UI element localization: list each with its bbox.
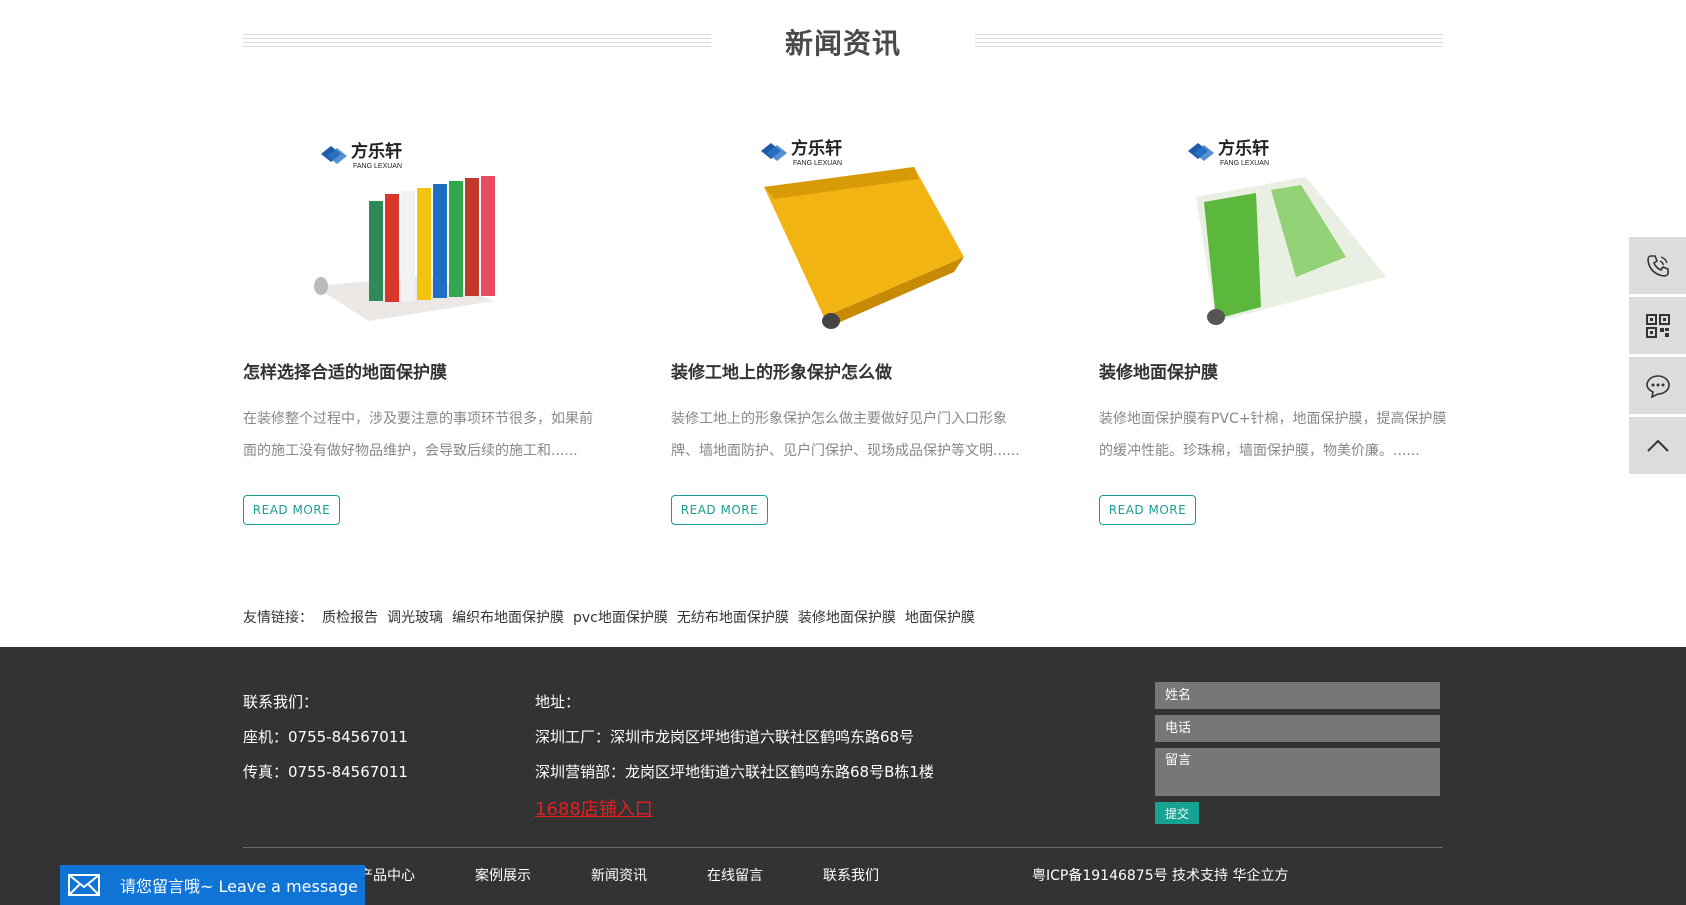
qrcode-icon: [1645, 313, 1670, 338]
footer-address: 地址： 深圳工厂：深圳市龙岗区坪地街道六联社区鹤鸣东路68号 深圳营销部：龙岗区…: [535, 685, 934, 827]
read-more-button[interactable]: READ MORE: [671, 495, 768, 525]
footer-nav-cases[interactable]: 案例展示: [475, 865, 531, 885]
brand-logo-text: 方乐轩: [791, 138, 842, 159]
news-image-product-rolls[interactable]: 方乐轩 FANG LEXUAN: [309, 126, 529, 336]
leave-message-label: 请您留言哦~ Leave a message: [120, 877, 358, 896]
message-textarea[interactable]: 留言: [1155, 748, 1440, 796]
name-input[interactable]: 姓名: [1155, 682, 1440, 709]
news-image-yellow-film[interactable]: 方乐轩 FANG LEXUAN: [749, 127, 969, 337]
contact-heading: 联系我们：: [243, 693, 319, 711]
chat-button[interactable]: [1629, 357, 1686, 414]
address-factory: 深圳工厂：深圳市龙岗区坪地街道六联社区鹤鸣东路68号: [535, 728, 915, 746]
friend-link[interactable]: 无纺布地面保护膜: [677, 607, 789, 627]
news-desc: 装修工地上的形象保护怎么做主要做好见户门入口形象牌、墙地面防护、见户门保护、现场…: [671, 411, 1020, 459]
phone-input[interactable]: 电话: [1155, 715, 1440, 742]
news-desc: 在装修整个过程中，涉及要注意的事项环节很多，如果前面的施工没有做好物品维护，会导…: [243, 411, 593, 459]
footer-divider: [243, 847, 1443, 848]
phone-button[interactable]: [1629, 237, 1686, 294]
chat-icon: [1645, 374, 1670, 398]
contact-fax: 传真：0755-84567011: [243, 763, 408, 781]
news-title[interactable]: 装修工地上的形象保护怎么做: [671, 358, 892, 383]
friend-link[interactable]: 编织布地面保护膜: [452, 607, 564, 627]
friend-link[interactable]: 装修地面保护膜: [798, 607, 896, 627]
friend-links: 友情链接： 质检报告 调光玻璃 编织布地面保护膜 pvc地面保护膜 无纺布地面保…: [243, 607, 984, 627]
read-more-button[interactable]: READ MORE: [1099, 495, 1196, 525]
news-image-green-film[interactable]: 方乐轩 FANG LEXUAN: [1176, 127, 1396, 337]
news-title[interactable]: 装修地面保护膜: [1099, 358, 1218, 383]
address-sales: 深圳营销部：龙岗区坪地街道六联社区鹤鸣东路68号B栋1楼: [535, 763, 934, 781]
read-more-button[interactable]: READ MORE: [243, 495, 340, 525]
icp-text: 粤ICP备19146875号 技术支持 华企立方: [1032, 868, 1289, 884]
footer-nav-news[interactable]: 新闻资讯: [591, 865, 647, 885]
brand-logo-text: 方乐轩: [351, 141, 402, 162]
footer-nav-products[interactable]: 产品中心: [359, 865, 415, 885]
footer-contact: 联系我们： 座机：0755-84567011 传真：0755-84567011: [243, 685, 408, 790]
address-heading: 地址：: [535, 693, 581, 711]
news-section-header: 新闻资讯: [243, 22, 1443, 62]
friend-links-label: 友情链接：: [243, 610, 313, 626]
news-desc: 装修地面保护膜有PVC+针棉，地面保护膜，提高保护膜的缓冲性能。珍珠棉，墙面保护…: [1099, 411, 1447, 459]
qrcode-button[interactable]: [1629, 297, 1686, 354]
news-title[interactable]: 怎样选择合适的地面保护膜: [243, 358, 447, 383]
friend-link[interactable]: 地面保护膜: [905, 607, 975, 627]
brand-logo-en: FANG LEXUAN: [1220, 160, 1269, 167]
footer-nav-contact[interactable]: 联系我们: [823, 865, 879, 885]
mail-icon: [68, 874, 100, 896]
leave-message-bar[interactable]: 请您留言哦~ Leave a message: [60, 865, 365, 905]
shop-link[interactable]: 1688店铺入口: [535, 792, 934, 827]
chevron-up-icon: [1646, 439, 1669, 452]
friend-link[interactable]: pvc地面保护膜: [573, 607, 668, 627]
title-decor-line-right: [975, 34, 1443, 50]
friend-link[interactable]: 质检报告: [322, 607, 378, 627]
brand-logo-en: FANG LEXUAN: [793, 160, 842, 167]
message-form: 姓名 电话 留言 提交: [1155, 682, 1440, 824]
back-to-top-button[interactable]: [1629, 417, 1686, 474]
footer-nav-message[interactable]: 在线留言: [707, 865, 763, 885]
floating-toolbar: [1629, 237, 1686, 477]
friend-link[interactable]: 调光玻璃: [387, 607, 443, 627]
brand-logo-text: 方乐轩: [1218, 138, 1269, 159]
submit-button[interactable]: 提交: [1155, 802, 1199, 824]
contact-phone: 座机：0755-84567011: [243, 728, 408, 746]
brand-logo-en: FANG LEXUAN: [353, 163, 402, 170]
phone-icon: [1646, 254, 1669, 277]
